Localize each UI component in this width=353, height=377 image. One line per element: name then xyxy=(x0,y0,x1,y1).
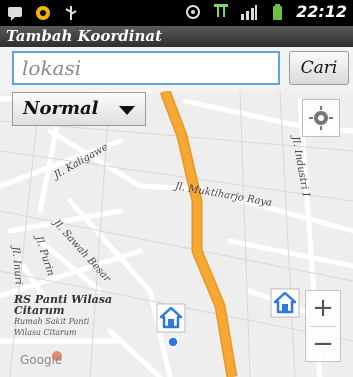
chat-icon xyxy=(6,4,24,22)
title-bar: Tambah Koordinat xyxy=(0,26,353,47)
location-dot-icon xyxy=(167,336,179,348)
home-marker-icon[interactable] xyxy=(156,303,186,335)
gps-icon xyxy=(184,3,202,21)
status-time: 22:12 xyxy=(296,2,347,21)
signal-icon xyxy=(240,3,258,21)
battery-icon xyxy=(268,3,286,21)
3g-icon xyxy=(212,3,230,21)
chevron-down-icon xyxy=(119,106,135,115)
notification-dot-icon xyxy=(34,4,52,22)
locate-icon xyxy=(309,106,333,130)
zoom-in-button[interactable]: + xyxy=(306,291,340,326)
search-row: Cari xyxy=(0,47,353,91)
my-location-button[interactable] xyxy=(302,99,340,137)
poi-subtitle: Wilasa Citarum xyxy=(14,328,77,337)
map-view[interactable]: Jl. Industri I Jl. Kaligawe Jl. Muktihar… xyxy=(0,91,353,377)
poi-name: RS Panti Wilasa Citarum xyxy=(14,293,113,317)
zoom-controls: + − xyxy=(305,290,341,362)
map-attribution: Google xyxy=(20,353,63,367)
poi-subtitle: Rumah Sakit Panti xyxy=(14,317,90,326)
poi-label: RS Panti Wilasa Citarum Rumah Sakit Pant… xyxy=(14,294,154,338)
home-marker-icon[interactable] xyxy=(270,288,300,320)
map-type-label: Normal xyxy=(23,98,99,119)
status-bar: 22:12 xyxy=(0,0,353,26)
zoom-out-button[interactable]: − xyxy=(306,327,340,362)
search-button[interactable]: Cari xyxy=(289,51,349,85)
map-type-select[interactable]: Normal xyxy=(12,92,146,126)
usb-icon xyxy=(62,4,80,22)
search-input[interactable] xyxy=(12,51,280,85)
page-title: Tambah Koordinat xyxy=(6,27,163,45)
